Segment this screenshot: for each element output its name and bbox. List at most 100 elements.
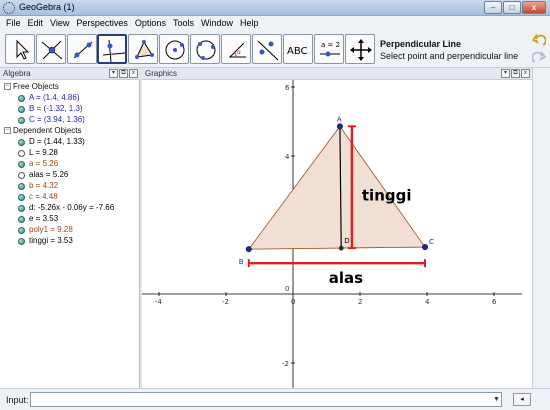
undo-icon[interactable] (532, 34, 546, 48)
point-icon (41, 40, 63, 60)
close-button[interactable]: x (522, 1, 546, 14)
menu-tools[interactable]: Tools (171, 16, 199, 31)
visibility-on-icon[interactable] (18, 117, 25, 124)
algebra-object-text[interactable]: b = 4.32 (29, 181, 58, 190)
dependent-objects-header[interactable]: − Dependent Objects (0, 126, 140, 137)
visibility-on-icon[interactable] (18, 106, 25, 113)
collapse-icon[interactable]: − (4, 127, 11, 134)
point-d[interactable] (338, 245, 344, 251)
free-objects-header[interactable]: − Free Objects (0, 82, 140, 93)
line-tool-button[interactable] (67, 34, 97, 64)
visibility-on-icon[interactable] (18, 216, 25, 223)
algebra-object-text[interactable]: D = (1.44, 1.33) (29, 137, 85, 146)
algebra-object-text[interactable]: B = (-1.32, 1.3) (29, 104, 83, 113)
algebra-object-row[interactable]: alas = 5.26 (0, 170, 140, 181)
algebra-object-text[interactable]: tinggi = 3.53 (29, 236, 73, 245)
input-field[interactable] (30, 392, 502, 407)
x-tick-label: 4 (425, 298, 430, 306)
point-b[interactable] (245, 246, 252, 253)
panel-undock-button[interactable]: ⧉ (511, 69, 520, 78)
circle-three-points-icon (196, 40, 216, 60)
text-icon: ABC (287, 46, 308, 57)
panel-style-bar-button[interactable]: ▾ (109, 69, 118, 78)
visibility-on-icon[interactable] (18, 227, 25, 234)
algebra-object-text[interactable]: alas = 5.26 (29, 170, 68, 179)
algebra-object-row[interactable]: c = 4.48 (0, 192, 140, 203)
visibility-on-icon[interactable] (18, 238, 25, 245)
circle-three-points-tool-button[interactable] (190, 34, 220, 64)
minimize-button[interactable]: – (484, 1, 502, 14)
algebra-object-row[interactable]: B = (-1.32, 1.3) (0, 104, 140, 115)
menu-edit[interactable]: Edit (26, 16, 49, 31)
move-tool-button[interactable] (5, 34, 35, 64)
geogebra-logo-icon (3, 2, 15, 14)
algebra-object-row[interactable]: e = 3.53 (0, 214, 140, 225)
move-view-icon (350, 39, 372, 61)
collapse-icon[interactable]: − (4, 83, 11, 90)
menu-perspectives[interactable]: Perspectives (74, 16, 133, 31)
algebra-object-text[interactable]: d: -5.26x - 0.06y = -7.66 (29, 203, 114, 212)
geogebra-window: GeoGebra (1) – □ x File Edit View Perspe… (0, 0, 550, 410)
algebra-object-row[interactable]: C = (3.94, 1.36) (0, 115, 140, 126)
panel-style-bar-button[interactable]: ▾ (501, 69, 510, 78)
move-view-tool-button[interactable] (345, 34, 375, 64)
circle-tool-button[interactable] (159, 34, 189, 64)
angle-tool-button[interactable]: α (221, 34, 251, 64)
svg-text:a = 2: a = 2 (321, 41, 340, 49)
slider-icon: a = 2 (320, 41, 340, 57)
visibility-on-icon[interactable] (18, 95, 25, 102)
visibility-on-icon[interactable] (18, 194, 25, 201)
input-help-button[interactable]: ◂ (513, 393, 531, 406)
algebra-object-row[interactable]: D = (1.44, 1.33) (0, 137, 140, 148)
menu-window[interactable]: Window (199, 16, 238, 31)
window-title: GeoGebra (1) (19, 2, 75, 12)
perpendicular-line-tool-button[interactable] (97, 34, 127, 64)
algebra-object-text[interactable]: e = 3.53 (29, 214, 58, 223)
selected-tool-help: Select point and perpendicular line (380, 51, 519, 61)
visibility-on-icon[interactable] (18, 161, 25, 168)
visibility-off-icon[interactable] (18, 172, 25, 179)
visibility-off-icon[interactable] (18, 150, 25, 157)
polygon-tool-button[interactable] (128, 34, 158, 64)
panel-close-button[interactable]: x (521, 69, 530, 78)
slider-tool-button[interactable]: a = 2 (314, 34, 344, 64)
algebra-object-text[interactable]: C = (3.94, 1.36) (29, 115, 85, 124)
algebra-object-text[interactable]: A = (1.4, 4.86) (29, 93, 79, 102)
circle-center-icon (165, 40, 185, 60)
chevron-down-icon[interactable]: ▼ (493, 396, 500, 403)
point-tool-button[interactable] (36, 34, 66, 64)
algebra-object-row[interactable]: a = 5.26 (0, 159, 140, 170)
redo-icon[interactable] (532, 51, 546, 65)
algebra-object-text[interactable]: a = 5.26 (29, 159, 58, 168)
algebra-object-text[interactable]: c = 4.48 (29, 192, 58, 201)
text-tool-button[interactable]: ABC (283, 34, 313, 64)
visibility-on-icon[interactable] (18, 205, 25, 212)
graphics-canvas[interactable]: -4-202466420-2tinggialasABCD (142, 80, 532, 388)
algebra-object-row[interactable]: b = 4.32 (0, 181, 140, 192)
panel-close-button[interactable]: x (129, 69, 138, 78)
angle-icon: α (228, 42, 246, 58)
toolbar: α ABC a = 2 Perpendicular Line Select po… (0, 31, 550, 68)
menu-help[interactable]: Help (238, 16, 264, 31)
point-a[interactable] (336, 123, 343, 130)
menu-view[interactable]: View (48, 16, 74, 31)
panel-undock-button[interactable]: ⧉ (119, 69, 128, 78)
point-c[interactable] (421, 244, 428, 251)
reflect-tool-button[interactable] (252, 34, 282, 64)
algebra-object-row[interactable]: L = 9.28 (0, 148, 140, 159)
maximize-button[interactable]: □ (503, 1, 521, 14)
algebra-object-row[interactable]: A = (1.4, 4.86) (0, 93, 140, 104)
algebra-object-row[interactable]: poly1 = 9.28 (0, 225, 140, 236)
algebra-object-text[interactable]: poly1 = 9.28 (29, 225, 73, 234)
algebra-object-row[interactable]: tinggi = 3.53 (0, 236, 140, 247)
alas-label: alas (329, 269, 363, 287)
graphics-view[interactable]: -4-202466420-2tinggialasABCD (142, 80, 532, 388)
visibility-on-icon[interactable] (18, 183, 25, 190)
right-side-strip (532, 68, 550, 388)
algebra-object-text[interactable]: L = 9.28 (29, 148, 58, 157)
menu-file[interactable]: File (4, 16, 26, 31)
menu-options[interactable]: Options (133, 16, 171, 31)
algebra-object-row[interactable]: d: -5.26x - 0.06y = -7.66 (0, 203, 140, 214)
x-tick-label: 0 (291, 298, 295, 306)
visibility-on-icon[interactable] (18, 139, 25, 146)
